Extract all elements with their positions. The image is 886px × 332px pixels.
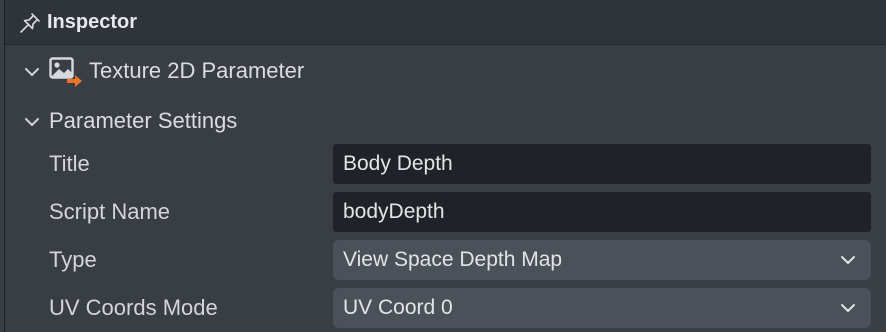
chevron-down-icon [841,304,855,312]
texture-image-icon [49,57,82,87]
script-name-value: bodyDepth [343,200,445,223]
uv-coords-mode-select[interactable]: UV Coord 0 [333,288,871,328]
component-title[interactable]: Texture 2D Parameter [89,57,304,85]
title-value: Body Depth [343,152,453,175]
inspector-header: Inspector [5,0,886,45]
type-select[interactable]: View Space Depth Map [333,240,871,280]
uv-coords-mode-label: UV Coords Mode [49,295,218,320]
section-title[interactable]: Parameter Settings [49,107,237,135]
pin-icon[interactable] [18,11,42,35]
chevron-down-icon[interactable] [23,63,41,81]
script-name-input[interactable]: bodyDepth [333,192,871,232]
chevron-down-icon[interactable] [23,113,41,131]
chevron-down-icon [841,256,855,264]
inspector-title: Inspector [47,11,138,33]
uv-coords-mode-value: UV Coord 0 [343,296,453,319]
title-label: Title [49,151,90,176]
script-name-label: Script Name [49,199,171,224]
type-value: View Space Depth Map [343,248,563,271]
title-input[interactable]: Body Depth [333,144,871,184]
type-label: Type [49,247,97,272]
inspector-panel: Inspector Texture 2D Parameter Parameter… [4,0,886,332]
